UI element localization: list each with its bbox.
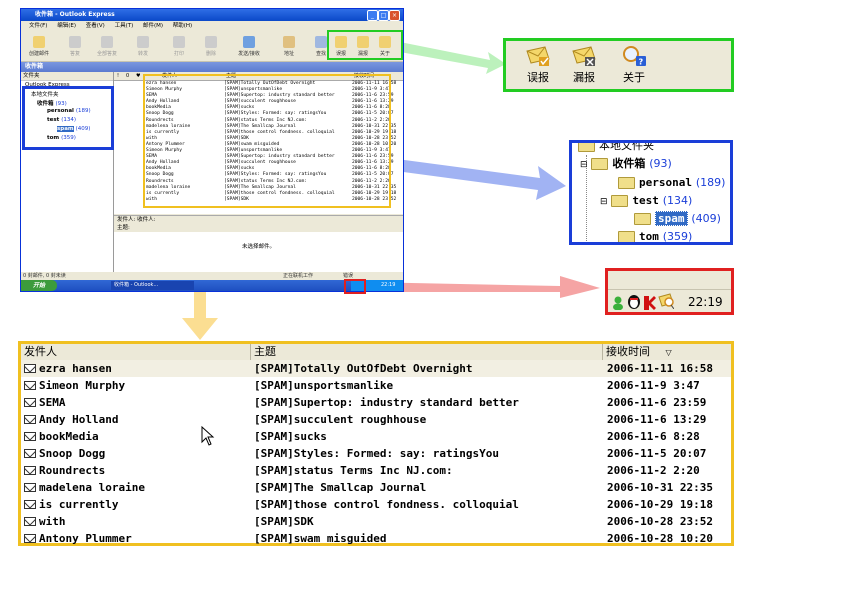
false-negative-label: 漏报 xyxy=(573,71,595,84)
column-from[interactable]: 发件人 xyxy=(21,344,251,360)
envelope-icon xyxy=(24,500,36,509)
zoom-folder-tree: 本地文件夹 ⊟ 收件箱 (93) personal (189) ⊟ test (… xyxy=(569,140,733,245)
zoom-tree-test[interactable]: ⊟ test (134) xyxy=(600,192,692,209)
preview-from-label: 发件人: xyxy=(117,217,136,223)
envelope-icon xyxy=(24,364,36,373)
column-subject[interactable]: 主题 xyxy=(251,344,603,360)
create-mail-button[interactable]: 创建邮件 xyxy=(25,34,53,60)
envelope-icon xyxy=(24,534,36,543)
folder-icon xyxy=(578,143,595,152)
preview-to-label: 收件人: xyxy=(137,217,156,223)
menu-message[interactable]: 邮件(M) xyxy=(143,23,163,29)
maximize-button[interactable]: □ xyxy=(378,10,389,21)
status-online: 正在联机工作 xyxy=(283,273,314,279)
zoom-tree-spam[interactable]: spam (409) xyxy=(634,210,721,227)
print-button[interactable]: 打印 xyxy=(165,34,193,60)
antivirus-icon[interactable] xyxy=(644,295,656,310)
zoom-tree-inbox[interactable]: ⊟ 收件箱 (93) xyxy=(580,155,672,172)
green-arrow xyxy=(400,42,506,74)
envelope-icon xyxy=(24,381,36,390)
column-received[interactable]: 接收时间 ▽ xyxy=(603,344,731,360)
menu-tools[interactable]: 工具(T) xyxy=(115,23,134,29)
spam-filter-tray-icon[interactable] xyxy=(658,293,675,310)
menu-file[interactable]: 文件(F) xyxy=(29,23,47,29)
zoom-tree-personal[interactable]: personal (189) xyxy=(618,174,725,191)
highlight-toolbar-buttons xyxy=(327,30,403,60)
messenger-icon[interactable] xyxy=(612,295,624,311)
tree-header: 文件夹 xyxy=(21,72,113,81)
envelope-icon xyxy=(24,449,36,458)
envelope-icon xyxy=(24,415,36,424)
table-row[interactable]: Snoop Dogg [SPAM]Styles: Formed: say: rat… xyxy=(21,445,731,462)
envelope-x-icon xyxy=(571,45,597,67)
table-row[interactable]: Simeon Murphy [SPAM]unsportsmanlike 2006-1… xyxy=(21,377,731,394)
tray-clock: 22:19 xyxy=(688,295,723,309)
reply-all-button[interactable]: 全部答复 xyxy=(93,34,121,60)
table-row[interactable]: SEMA [SPAM]Supertop: industry standard be… xyxy=(21,394,731,411)
menu-help[interactable]: 帮助(H) xyxy=(173,23,192,29)
folder-header: 收件箱 xyxy=(21,62,403,72)
envelope-icon xyxy=(24,483,36,492)
highlight-tray-icon xyxy=(344,279,366,294)
zoom-tree-tom[interactable]: tom (359) xyxy=(618,228,692,242)
folder-icon xyxy=(634,213,651,225)
table-row[interactable]: madelena loraine [SPAM]The Smallcap Journ… xyxy=(21,479,731,496)
preview-pane: 发件人: 收件人: 主题: 未选择邮件。 xyxy=(114,215,403,273)
close-button[interactable]: × xyxy=(389,10,400,21)
table-row[interactable]: is currently [SPAM]those control fondness… xyxy=(21,496,731,513)
about-label: 关于 xyxy=(623,71,645,84)
table-row[interactable]: ezra hansen [SPAM]Totally OutOfDebt Overn… xyxy=(21,360,731,377)
preview-empty-message: 未选择邮件。 xyxy=(241,244,275,250)
envelope-icon xyxy=(24,466,36,475)
menu-view[interactable]: 查看(V) xyxy=(86,23,105,29)
window-titlebar: 收件箱 - Outlook Express _ □ × xyxy=(21,9,403,21)
envelope-check-icon xyxy=(525,45,551,67)
false-negative-button[interactable]: 漏报 xyxy=(564,45,604,89)
start-button[interactable]: 开始 xyxy=(21,280,57,291)
mini-tray-time: 22:19 xyxy=(381,282,396,288)
svg-text:?: ? xyxy=(639,58,644,67)
window-title: 收件箱 - Outlook Express xyxy=(35,11,115,18)
delete-button[interactable]: 删除 xyxy=(197,34,225,60)
forward-button[interactable]: 转发 xyxy=(129,34,157,60)
address-button[interactable]: 地址 xyxy=(275,34,303,60)
zoom-message-list: 发件人 主题 接收时间 ▽ ezra hansen [SPAM]Totally O… xyxy=(18,341,734,546)
envelope-icon xyxy=(24,517,36,526)
collapse-toggle-icon[interactable]: ⊟ xyxy=(580,160,588,170)
magnifier-help-icon: ? xyxy=(621,45,647,67)
collapse-toggle-icon[interactable]: ⊟ xyxy=(600,197,608,207)
table-row[interactable]: Roundrects [SPAM]status Terms Inc NJ.com:… xyxy=(21,462,731,479)
envelope-icon xyxy=(24,432,36,441)
minimize-button[interactable]: _ xyxy=(367,10,378,21)
table-row[interactable]: with [SPAM]SDK 2006-10-28 23:52 xyxy=(21,513,731,530)
status-count: 0 封邮件, 0 封未读 xyxy=(23,273,66,279)
qq-penguin-icon[interactable] xyxy=(627,293,641,309)
folder-icon xyxy=(611,195,629,207)
zoom-toolbar-panel: 误报 漏报 ? 关于 xyxy=(503,38,734,92)
zoom-system-tray: 22:19 xyxy=(605,268,734,315)
about-button[interactable]: ? 关于 xyxy=(614,45,654,89)
highlight-message-list xyxy=(143,74,391,208)
folder-icon xyxy=(618,177,635,189)
false-positive-label: 误报 xyxy=(527,71,549,84)
preview-subject-label: 主题: xyxy=(117,225,130,231)
inbox-folder-icon xyxy=(591,158,609,170)
highlight-folder-tree xyxy=(22,86,114,150)
false-positive-button[interactable]: 误报 xyxy=(518,45,558,89)
mouse-cursor-icon xyxy=(201,426,215,446)
table-row[interactable]: bookMedia [SPAM]sucks 2006-11-6 8:28 xyxy=(21,428,731,445)
table-row[interactable]: Andy Holland [SPAM]succulent roughhouse 20… xyxy=(21,411,731,428)
list-header: 发件人 主题 接收时间 ▽ xyxy=(21,344,731,361)
task-outlook[interactable]: 收件箱 - Outlook... xyxy=(111,281,194,290)
send-receive-button[interactable]: 发送/接收 xyxy=(231,34,267,60)
zoom-tree-root[interactable]: 本地文件夹 xyxy=(578,143,654,154)
envelope-icon xyxy=(24,398,36,407)
menu-edit[interactable]: 编辑(E) xyxy=(57,23,76,29)
table-row[interactable]: Antony Plummer [SPAM]swam misguided 2006-1… xyxy=(21,530,731,547)
reply-button[interactable]: 答复 xyxy=(61,34,89,60)
folder-icon xyxy=(618,231,635,242)
sort-descending-icon: ▽ xyxy=(665,348,672,357)
